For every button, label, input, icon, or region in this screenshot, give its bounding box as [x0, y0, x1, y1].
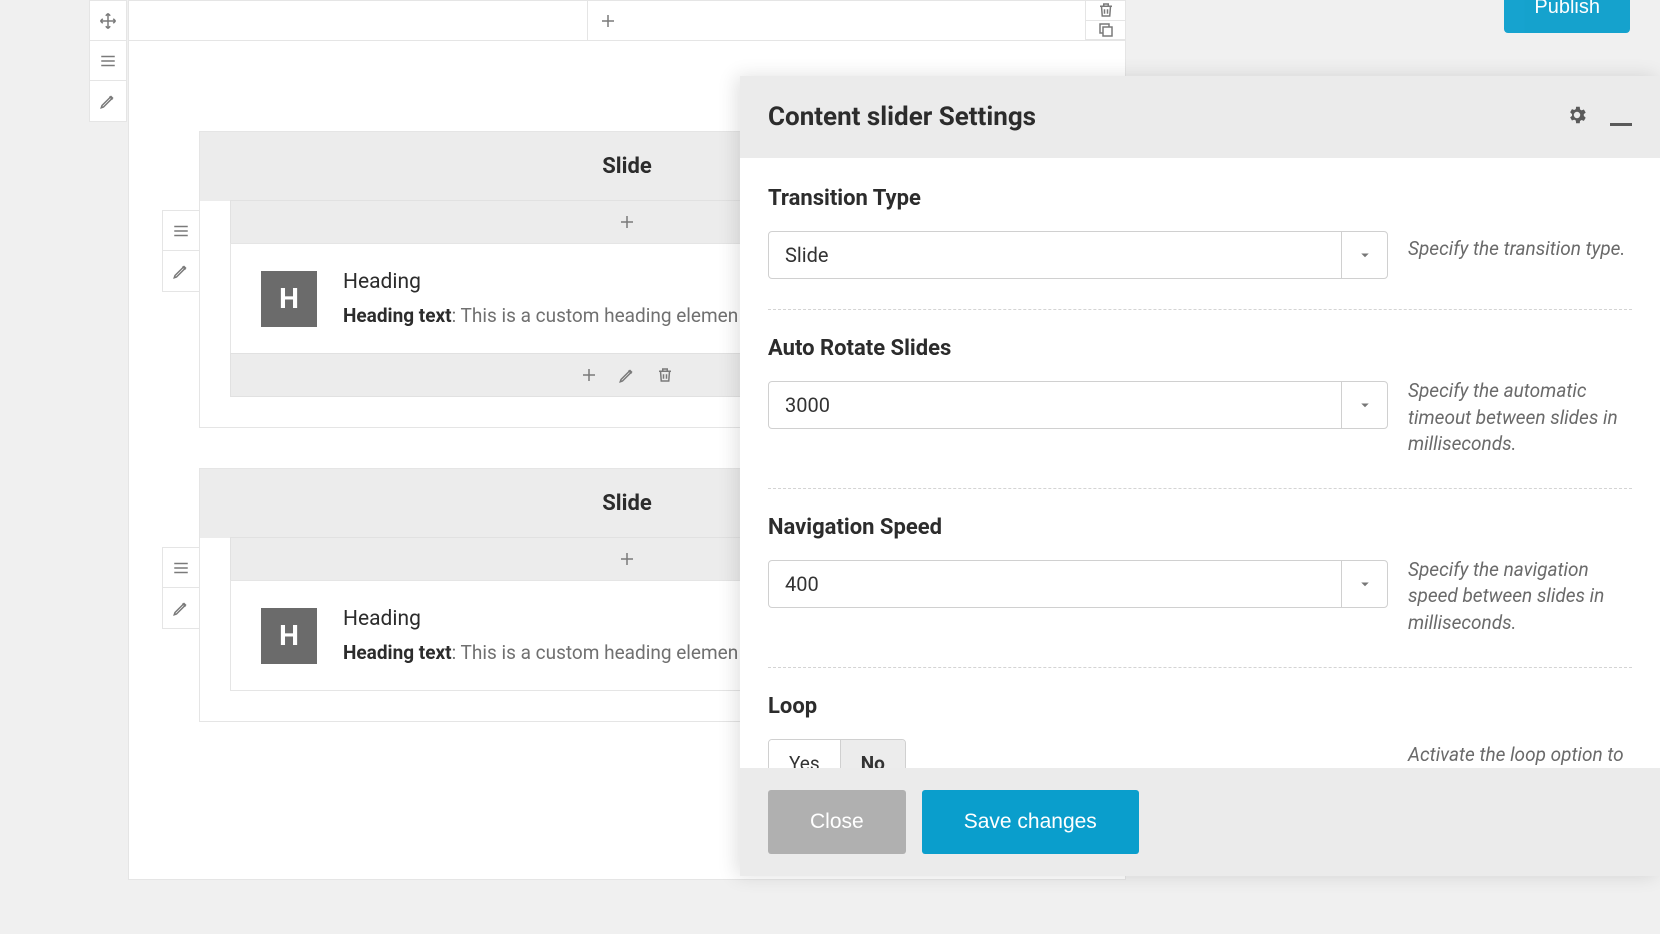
field-label: Navigation Speed	[768, 515, 1388, 540]
heading-badge: H	[261, 271, 317, 327]
plus-icon[interactable]	[607, 539, 647, 579]
field-label: Loop	[768, 694, 1388, 719]
chevron-down-icon[interactable]	[1341, 232, 1387, 278]
chevron-down-icon[interactable]	[1341, 382, 1387, 428]
add-element-button[interactable]	[587, 1, 627, 41]
field-hint: Specify the transition type.	[1388, 186, 1632, 263]
rows-icon[interactable]	[163, 548, 199, 588]
loop-no-option[interactable]: No	[840, 740, 905, 768]
plus-icon[interactable]	[570, 356, 608, 394]
heading-badge: H	[261, 608, 317, 664]
minimize-icon[interactable]	[1610, 109, 1632, 126]
save-button[interactable]: Save changes	[922, 790, 1139, 854]
field-transition-type: Transition Type Slide Specify the transi…	[768, 186, 1632, 310]
container-tools	[89, 0, 127, 122]
pencil-icon[interactable]	[163, 251, 199, 291]
field-label: Auto Rotate Slides	[768, 336, 1388, 361]
loop-toggle: Yes No	[768, 739, 906, 768]
settings-header: Content slider Settings	[740, 76, 1660, 158]
pencil-icon[interactable]	[608, 356, 646, 394]
field-hint: Activate the loop option to mak the caro…	[1388, 694, 1632, 768]
select-value: 400	[769, 572, 1341, 596]
auto-rotate-select[interactable]: 3000	[768, 381, 1388, 429]
trash-icon[interactable]	[646, 356, 684, 394]
slide-tools	[162, 210, 200, 292]
settings-footer: Close Save changes	[740, 768, 1660, 876]
nav-speed-select[interactable]: 400	[768, 560, 1388, 608]
plus-icon[interactable]	[607, 202, 647, 242]
rows-icon[interactable]	[90, 41, 126, 81]
container-right-tools	[1085, 1, 1125, 40]
element-title: Heading	[343, 607, 738, 631]
transition-select[interactable]: Slide	[768, 231, 1388, 279]
field-nav-speed: Navigation Speed 400 Specify the navigat…	[768, 515, 1632, 668]
field-auto-rotate: Auto Rotate Slides 3000 Specify the auto…	[768, 336, 1632, 489]
loop-yes-option[interactable]: Yes	[769, 740, 840, 768]
copy-icon[interactable]	[1086, 21, 1126, 41]
settings-body: Transition Type Slide Specify the transi…	[740, 158, 1660, 768]
element-title: Heading	[343, 270, 738, 294]
slide-tools	[162, 547, 200, 629]
settings-panel: Content slider Settings Transition Type …	[740, 76, 1660, 876]
rows-icon[interactable]	[163, 211, 199, 251]
field-hint: Specify the navigation speed between sli…	[1388, 515, 1632, 637]
close-button[interactable]: Close	[768, 790, 906, 854]
chevron-down-icon[interactable]	[1341, 561, 1387, 607]
select-value: Slide	[769, 243, 1341, 267]
field-hint: Specify the automatic timeout between sl…	[1388, 336, 1632, 458]
field-loop: Loop Yes No Activate the loop option to …	[768, 694, 1632, 768]
pencil-icon[interactable]	[163, 588, 199, 628]
container-top-bar	[129, 1, 1125, 41]
settings-title: Content slider Settings	[768, 102, 1036, 132]
gear-icon[interactable]	[1566, 104, 1588, 130]
field-label: Transition Type	[768, 186, 1388, 211]
trash-icon[interactable]	[1086, 1, 1126, 21]
element-subtitle: Heading text: This is a custom heading e…	[343, 304, 738, 327]
move-icon[interactable]	[90, 1, 126, 41]
pencil-icon[interactable]	[90, 81, 126, 121]
select-value: 3000	[769, 393, 1341, 417]
element-subtitle: Heading text: This is a custom heading e…	[343, 641, 738, 664]
